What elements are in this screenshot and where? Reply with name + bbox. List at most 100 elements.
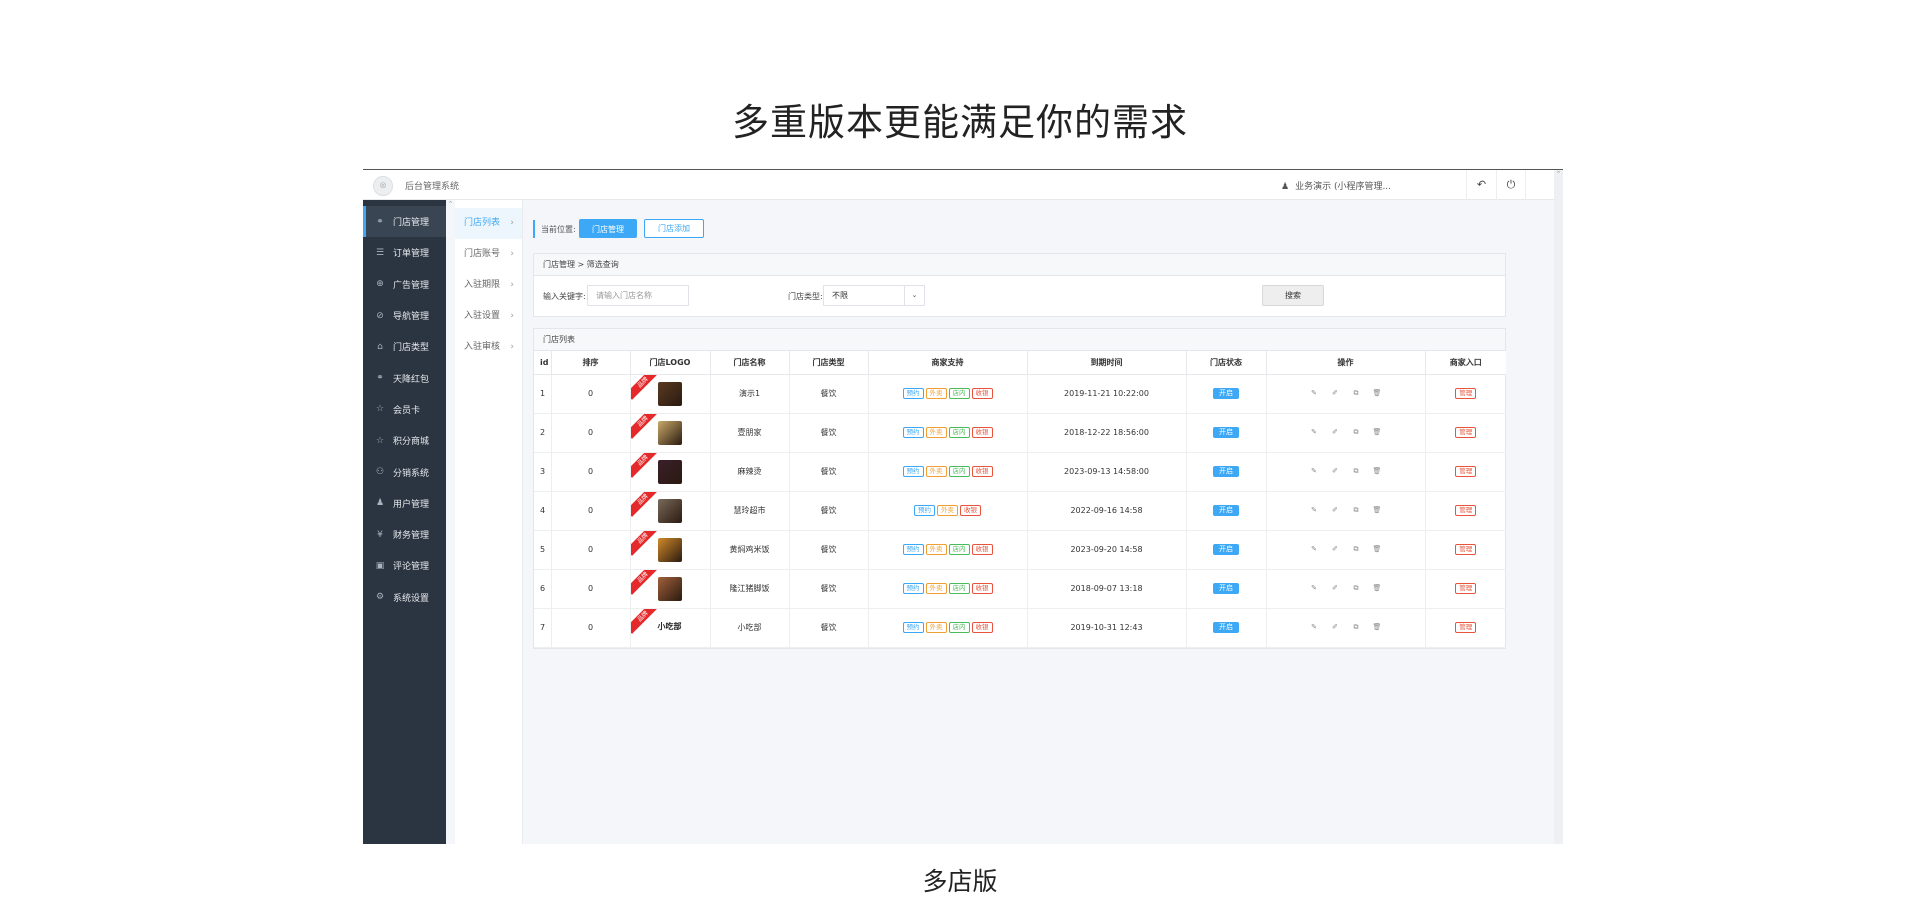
comment-icon: ▣ [375, 560, 385, 571]
trash-icon[interactable]: 🗑 [1372, 427, 1383, 438]
subnav-item-2[interactable]: 门店账号 › [455, 239, 522, 270]
support-tag: 收银 [971, 583, 993, 594]
sidebar-item-8[interactable]: ☆ 积分商城 [363, 425, 446, 456]
sidebar-item-2[interactable]: ☰ 订单管理 [363, 237, 446, 268]
merchant-entry: 管理 [1425, 413, 1506, 453]
edit-icon[interactable]: ✐ [1330, 505, 1341, 516]
status-badge[interactable]: 开启 [1213, 427, 1239, 438]
store-add-button[interactable]: 门店添加 [644, 219, 704, 238]
subnav-item-5[interactable]: 入驻审核 › [455, 332, 522, 363]
chevron-right-icon: › [510, 249, 514, 259]
sidebar-item-1[interactable]: ⚭ 门店管理 [363, 206, 446, 238]
edit-icon[interactable]: ✐ [1330, 427, 1341, 438]
pencil-icon[interactable]: ✎ [1309, 622, 1320, 633]
star-icon: ☆ [375, 435, 385, 446]
expire-time: 2022-09-16 14:58 [1027, 491, 1187, 531]
status-badge[interactable]: 开启 [1213, 466, 1239, 477]
manage-button[interactable]: 管理 [1455, 622, 1477, 633]
copy-icon[interactable]: ⧉ [1351, 466, 1362, 477]
store-manage-button[interactable]: 门店管理 [579, 219, 637, 238]
trash-icon[interactable]: 🗑 [1372, 505, 1383, 516]
store-type-select[interactable]: 不限 ⌄ [823, 285, 925, 306]
pencil-icon[interactable]: ✎ [1309, 466, 1320, 477]
pencil-icon[interactable]: ✎ [1309, 505, 1320, 516]
store-logo: 品牌 [630, 491, 710, 530]
store-logo-cell: 品牌 [630, 569, 711, 609]
pencil-icon[interactable]: ✎ [1309, 544, 1320, 555]
merchant-entry: 管理 [1425, 608, 1506, 648]
sidebar-item-6[interactable]: ⚭ 天降红包 [363, 362, 446, 393]
breadcrumb-label: 当前位置: [541, 224, 576, 234]
merchant-support: 预约 外卖 店内 收银 [868, 452, 1028, 492]
subnav-item-4[interactable]: 入驻设置 › [455, 301, 522, 332]
pencil-icon[interactable]: ✎ [1309, 388, 1320, 399]
edit-icon[interactable]: ✐ [1330, 583, 1341, 594]
status-badge[interactable]: 开启 [1213, 388, 1239, 399]
status-badge[interactable]: 开启 [1213, 505, 1239, 516]
edit-icon[interactable]: ✐ [1330, 466, 1341, 477]
trash-icon[interactable]: 🗑 [1372, 544, 1383, 555]
manage-button[interactable]: 管理 [1455, 505, 1477, 516]
store-sort: 0 [551, 374, 631, 414]
trash-icon[interactable]: 🗑 [1372, 583, 1383, 594]
manage-button[interactable]: 管理 [1455, 427, 1477, 438]
pencil-icon[interactable]: ✎ [1309, 427, 1320, 438]
pencil-icon[interactable]: ✎ [1309, 583, 1320, 594]
status-badge[interactable]: 开启 [1213, 544, 1239, 555]
sidebar-item-10[interactable]: ♟ 用户管理 [363, 488, 446, 519]
subnav-item-3[interactable]: 入驻期限 › [455, 270, 522, 301]
sidebar-item-12[interactable]: ▣ 评论管理 [363, 550, 446, 581]
store-name: 慧玲超市 [710, 491, 790, 531]
manage-button[interactable]: 管理 [1455, 544, 1477, 555]
sidebar-item-5[interactable]: ⌂ 门店类型 [363, 331, 446, 362]
manage-button[interactable]: 管理 [1455, 466, 1477, 477]
chevron-down-icon: ⌄ [904, 286, 924, 305]
status-badge[interactable]: 开启 [1213, 583, 1239, 594]
brand-ribbon: 品牌 [630, 413, 660, 439]
table-row: 6 0 品牌 隆江猪脚饭 餐饮 预约 外卖 店内 收银 2018-09-07 13:18 开启 ✎ ✐ ⧉… [534, 569, 1506, 609]
store-name: 演示1 [710, 374, 790, 414]
page-scrollbar[interactable]: ⌃ [1554, 170, 1563, 844]
sidebar-item-4[interactable]: ⊘ 导航管理 [363, 300, 446, 331]
merchant-entry: 管理 [1425, 530, 1506, 570]
store-id: 6 [534, 569, 552, 609]
sidebar-item-13[interactable]: ⚙ 系统设置 [363, 582, 446, 613]
edit-icon[interactable]: ✐ [1330, 544, 1341, 555]
sidebar-item-3[interactable]: ⊕ 广告管理 [363, 269, 446, 300]
subnav-item-1[interactable]: 门店列表 › [455, 208, 522, 239]
edit-icon[interactable]: ✐ [1330, 388, 1341, 399]
support-tag: 收银 [971, 466, 993, 477]
copy-icon[interactable]: ⧉ [1351, 427, 1362, 438]
keyword-input[interactable]: 请输入门店名称 [587, 285, 689, 306]
support-tag: 预约 [902, 544, 924, 555]
copy-icon[interactable]: ⧉ [1351, 388, 1362, 399]
sidebar-item-label: 财务管理 [393, 531, 430, 542]
user-menu[interactable]: ♟ 业务演示 (小程序管理... [1281, 179, 1391, 192]
logout-button[interactable]: ⏻ [1496, 170, 1526, 200]
back-button[interactable]: ↶ [1466, 170, 1496, 200]
manage-button[interactable]: 管理 [1455, 388, 1477, 399]
copy-icon[interactable]: ⧉ [1351, 544, 1362, 555]
store-logo: 小吃部 品牌 [630, 608, 710, 647]
manage-button[interactable]: 管理 [1455, 583, 1477, 594]
sidebar-item-9[interactable]: ⚇ 分销系统 [363, 456, 446, 487]
expire-time: 2018-12-22 18:56:00 [1027, 413, 1187, 453]
status-badge[interactable]: 开启 [1213, 622, 1239, 633]
column-header: 门店类型 [789, 351, 869, 375]
star-icon: ☆ [375, 404, 385, 415]
store-name: 麻辣烫 [710, 452, 790, 492]
sidebar-scrollbar[interactable]: ⌃ [446, 200, 455, 844]
copy-icon[interactable]: ⧉ [1351, 583, 1362, 594]
copy-icon[interactable]: ⧉ [1351, 622, 1362, 633]
table-row: 2 0 品牌 壹朋家 餐饮 预约 外卖 店内 收银 2018-12-22 18:56:00 开启 ✎ ✐… [534, 413, 1506, 453]
store-name: 黄焖鸡米饭 [710, 530, 790, 570]
store-type: 餐饮 [789, 569, 869, 609]
search-button[interactable]: 搜索 [1262, 285, 1324, 306]
trash-icon[interactable]: 🗑 [1372, 622, 1383, 633]
trash-icon[interactable]: 🗑 [1372, 466, 1383, 477]
sidebar-item-11[interactable]: ¥ 财务管理 [363, 519, 446, 550]
sidebar-item-7[interactable]: ☆ 会员卡 [363, 394, 446, 425]
copy-icon[interactable]: ⧉ [1351, 505, 1362, 516]
trash-icon[interactable]: 🗑 [1372, 388, 1383, 399]
edit-icon[interactable]: ✐ [1330, 622, 1341, 633]
